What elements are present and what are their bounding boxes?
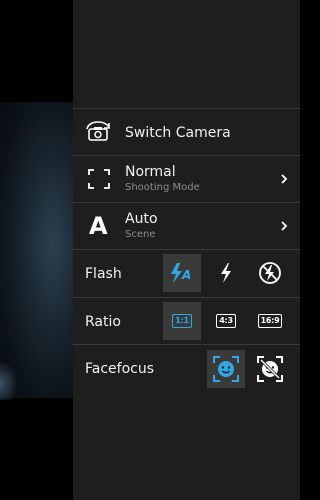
- ratio-16-9-button[interactable]: 16:9: [251, 302, 289, 340]
- flash-on-icon: [221, 263, 231, 283]
- ratio-4-3-button[interactable]: 4:3: [207, 302, 245, 340]
- flash-auto-icon: A: [171, 263, 191, 283]
- ratio-row: Ratio 1:1 4:3 16:9: [73, 297, 300, 344]
- scene-row[interactable]: A Auto Scene: [73, 202, 300, 249]
- scene-caption: Scene: [125, 229, 156, 240]
- chevron-right-icon: [281, 221, 288, 231]
- flash-auto-letter: A: [181, 268, 191, 282]
- flash-off-button[interactable]: [251, 254, 289, 292]
- frame-corners-icon: [88, 169, 110, 189]
- facefocus-off-button[interactable]: [251, 350, 289, 388]
- switch-camera-label: Switch Camera: [125, 125, 231, 141]
- flash-label: Flash: [85, 266, 122, 282]
- switch-camera-row[interactable]: Switch Camera: [73, 108, 300, 155]
- camera-preview-image: [0, 102, 73, 398]
- ratio-option-16-9: 16:9: [257, 314, 283, 328]
- flash-auto-button[interactable]: A: [163, 254, 201, 292]
- scene-auto-icon: A: [89, 212, 108, 240]
- scene-value: Auto: [125, 211, 158, 227]
- facefocus-off-icon: [257, 356, 283, 382]
- facefocus-on-button[interactable]: [207, 350, 245, 388]
- ratio-option-1-1: 1:1: [172, 314, 192, 328]
- switch-camera-icon: [86, 121, 110, 141]
- shooting-mode-value: Normal: [125, 164, 176, 180]
- shooting-mode-caption: Shooting Mode: [125, 182, 200, 193]
- chevron-right-icon: [281, 174, 288, 184]
- facefocus-on-icon: [213, 356, 239, 382]
- preview-light-glow: [0, 360, 18, 400]
- shooting-mode-row[interactable]: Normal Shooting Mode: [73, 155, 300, 202]
- flash-off-icon: [259, 262, 281, 284]
- flash-on-button[interactable]: [207, 254, 245, 292]
- ratio-1-1-button[interactable]: 1:1: [163, 302, 201, 340]
- camera-viewfinder[interactable]: [0, 0, 73, 500]
- ratio-option-4-3: 4:3: [216, 314, 236, 328]
- ratio-label: Ratio: [85, 314, 121, 330]
- flash-row: Flash A: [73, 249, 300, 297]
- facefocus-label: Facefocus: [85, 361, 155, 377]
- camera-settings-panel: Switch Camera Normal Shooting Mode A Aut…: [73, 0, 300, 500]
- facefocus-row: Facefocus: [73, 344, 300, 392]
